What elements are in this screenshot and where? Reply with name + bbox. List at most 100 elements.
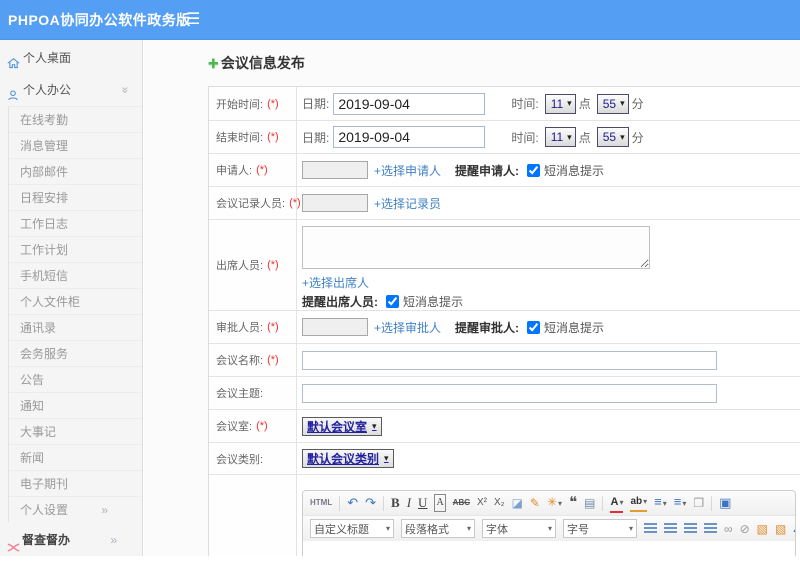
field-label: 开始时间:: [216, 96, 263, 112]
field-label: 审批人员:: [216, 319, 263, 335]
page-title: ✚会议信息发布: [208, 53, 800, 73]
approver-input[interactable]: [302, 318, 368, 336]
highlight-color-icon[interactable]: ab▾: [630, 494, 647, 512]
underline-icon[interactable]: U: [418, 495, 427, 511]
sidebar-item-personal-office[interactable]: 个人办公 »: [0, 76, 142, 104]
start-hour-select[interactable]: 11▾: [545, 94, 576, 114]
field-label: 会议类别:: [216, 451, 263, 467]
app-title: PHPOA协同办公软件政务版: [8, 0, 191, 40]
field-label: 会议名称:: [216, 352, 263, 368]
start-minute-select[interactable]: 55▾: [597, 94, 629, 114]
field-label: 结束时间:: [216, 129, 263, 145]
required-mark: (*): [267, 98, 279, 110]
bold-icon[interactable]: B: [391, 495, 400, 511]
insert-media-icon[interactable]: ▰: [793, 521, 796, 537]
sidebar-item-personal-file-cabinet[interactable]: 个人文件柜: [9, 288, 142, 314]
sidebar-item-message-management[interactable]: 消息管理: [9, 132, 142, 158]
fullscreen-icon[interactable]: ▣: [719, 495, 731, 511]
align-center-icon[interactable]: [664, 523, 677, 534]
sidebar-item-announcement[interactable]: 公告: [9, 366, 142, 392]
sidebar-item-supervision[interactable]: 督查督办 »: [0, 526, 142, 554]
sidebar-item-online-attendance[interactable]: 在线考勤: [9, 106, 142, 132]
undo-icon[interactable]: ↶: [347, 495, 358, 511]
heading-style-select[interactable]: 自定义标题▾: [310, 519, 394, 538]
meeting-category-select[interactable]: 默认会议类别▾: [302, 449, 394, 468]
choose-approver-link[interactable]: +选择审批人: [374, 319, 441, 336]
paragraph-format-select[interactable]: 段落格式▾: [401, 519, 475, 538]
end-hour-select[interactable]: 11▾: [545, 127, 576, 147]
font-size-select[interactable]: 字号▾: [563, 519, 637, 538]
editor-toolbar-row1: HTML ↶ ↷ B I U A ABC X² X₂ ◪ ✎: [303, 491, 795, 516]
italic-icon[interactable]: I: [407, 495, 411, 511]
hamburger-menu-icon[interactable]: ☰: [186, 0, 200, 40]
sidebar-item-contacts[interactable]: 通讯录: [9, 314, 142, 340]
date-label: 日期:: [302, 129, 329, 146]
unlink-icon[interactable]: ⊘: [740, 521, 750, 537]
sidebar-item-e-journal[interactable]: 电子期刊: [9, 470, 142, 496]
sidebar-item-personal-desktop[interactable]: 个人桌面: [0, 44, 142, 72]
strikethrough-icon[interactable]: ABC: [453, 495, 470, 511]
font-color-icon[interactable]: A▾: [610, 494, 623, 513]
sidebar-item-work-log[interactable]: 工作日志: [9, 210, 142, 236]
font-style-icon[interactable]: A: [434, 494, 445, 512]
chevron-right-icon: »: [110, 526, 117, 554]
sidebar-item-internal-mail[interactable]: 内部邮件: [9, 158, 142, 184]
format-brush-icon[interactable]: ✎: [530, 495, 540, 511]
blockquote-icon[interactable]: ❝: [569, 495, 577, 511]
eraser-icon[interactable]: ◪: [512, 495, 523, 511]
superscript-icon[interactable]: X²: [477, 495, 487, 511]
minute-unit: 分: [632, 129, 644, 146]
applicant-sms-checkbox[interactable]: [527, 164, 540, 177]
start-date-input[interactable]: [333, 93, 485, 115]
required-mark: (*): [267, 321, 279, 333]
unordered-list-icon[interactable]: ≡▾: [674, 494, 687, 512]
auto-typeset-icon[interactable]: ✳▾: [547, 494, 562, 512]
insert-image-icon[interactable]: ▧: [757, 521, 768, 537]
sidebar-item-notice[interactable]: 通知: [9, 392, 142, 418]
form-row-end-time: 结束时间:(*) 日期: 时间: 11▾ 点 55▾ 分: [209, 121, 800, 154]
select-arrow-icon: ▾: [567, 132, 572, 143]
choose-attendees-link[interactable]: +选择出席人: [302, 274, 369, 291]
field-label: 会议记录人员:: [216, 195, 285, 211]
new-page-icon[interactable]: ❐: [693, 495, 704, 511]
end-date-input[interactable]: [333, 126, 485, 148]
sidebar-item-work-plan[interactable]: 工作计划: [9, 236, 142, 262]
align-justify-icon[interactable]: [704, 523, 717, 534]
sidebar-item-news[interactable]: 新闻: [9, 444, 142, 470]
sidebar-item-schedule[interactable]: 日程安排: [9, 184, 142, 210]
select-arrow-icon: ▾: [384, 453, 389, 464]
sidebar-submenu: 在线考勤 消息管理 内部邮件 日程安排 工作日志 工作计划 手机短信 个人文件柜…: [8, 106, 142, 522]
applicant-input[interactable]: [302, 161, 368, 179]
attendees-textarea[interactable]: [302, 226, 650, 269]
sidebar-item-memorabilia[interactable]: 大事记: [9, 418, 142, 444]
form-row-attendees: 出席人员:(*) +选择出席人 提醒出席人员: 短消息提示: [209, 220, 800, 311]
end-minute-select[interactable]: 55▾: [597, 127, 629, 147]
screenshot-icon[interactable]: ▧: [775, 521, 786, 537]
sidebar-item-conference-service[interactable]: 会务服务: [9, 340, 142, 366]
link-icon[interactable]: ∞: [724, 521, 733, 537]
meeting-name-input[interactable]: [302, 351, 717, 370]
recorder-input[interactable]: [302, 194, 368, 212]
sidebar-item-mobile-sms[interactable]: 手机短信: [9, 262, 142, 288]
meeting-room-select[interactable]: 默认会议室▾: [302, 417, 382, 436]
meeting-form: 开始时间:(*) 日期: 时间: 11▾ 点 55▾ 分 结束时间:(*) 日期…: [208, 86, 800, 556]
paste-icon[interactable]: ▤: [584, 495, 595, 511]
ordered-list-icon[interactable]: ≡▾: [654, 494, 667, 512]
align-right-icon[interactable]: [684, 523, 697, 534]
editor-content-area[interactable]: [303, 541, 795, 556]
chevron-down-icon: »: [112, 87, 140, 94]
font-family-select[interactable]: 字体▾: [482, 519, 556, 538]
approver-sms-checkbox[interactable]: [527, 321, 540, 334]
sidebar-item-personal-settings[interactable]: 个人设置»: [9, 496, 142, 522]
attendees-sms-checkbox[interactable]: [386, 295, 399, 308]
html-source-button[interactable]: HTML: [310, 495, 332, 511]
choose-applicant-link[interactable]: +选择申请人: [374, 162, 441, 179]
choose-recorder-link[interactable]: +选择记录员: [374, 195, 441, 212]
field-label: 出席人员:: [216, 257, 263, 273]
meeting-subject-input[interactable]: [302, 384, 717, 403]
subscript-icon[interactable]: X₂: [494, 495, 505, 511]
form-row-start-time: 开始时间:(*) 日期: 时间: 11▾ 点 55▾ 分: [209, 87, 800, 121]
redo-icon[interactable]: ↷: [365, 495, 376, 511]
field-label: 申请人:: [216, 162, 252, 178]
align-left-icon[interactable]: [644, 523, 657, 534]
